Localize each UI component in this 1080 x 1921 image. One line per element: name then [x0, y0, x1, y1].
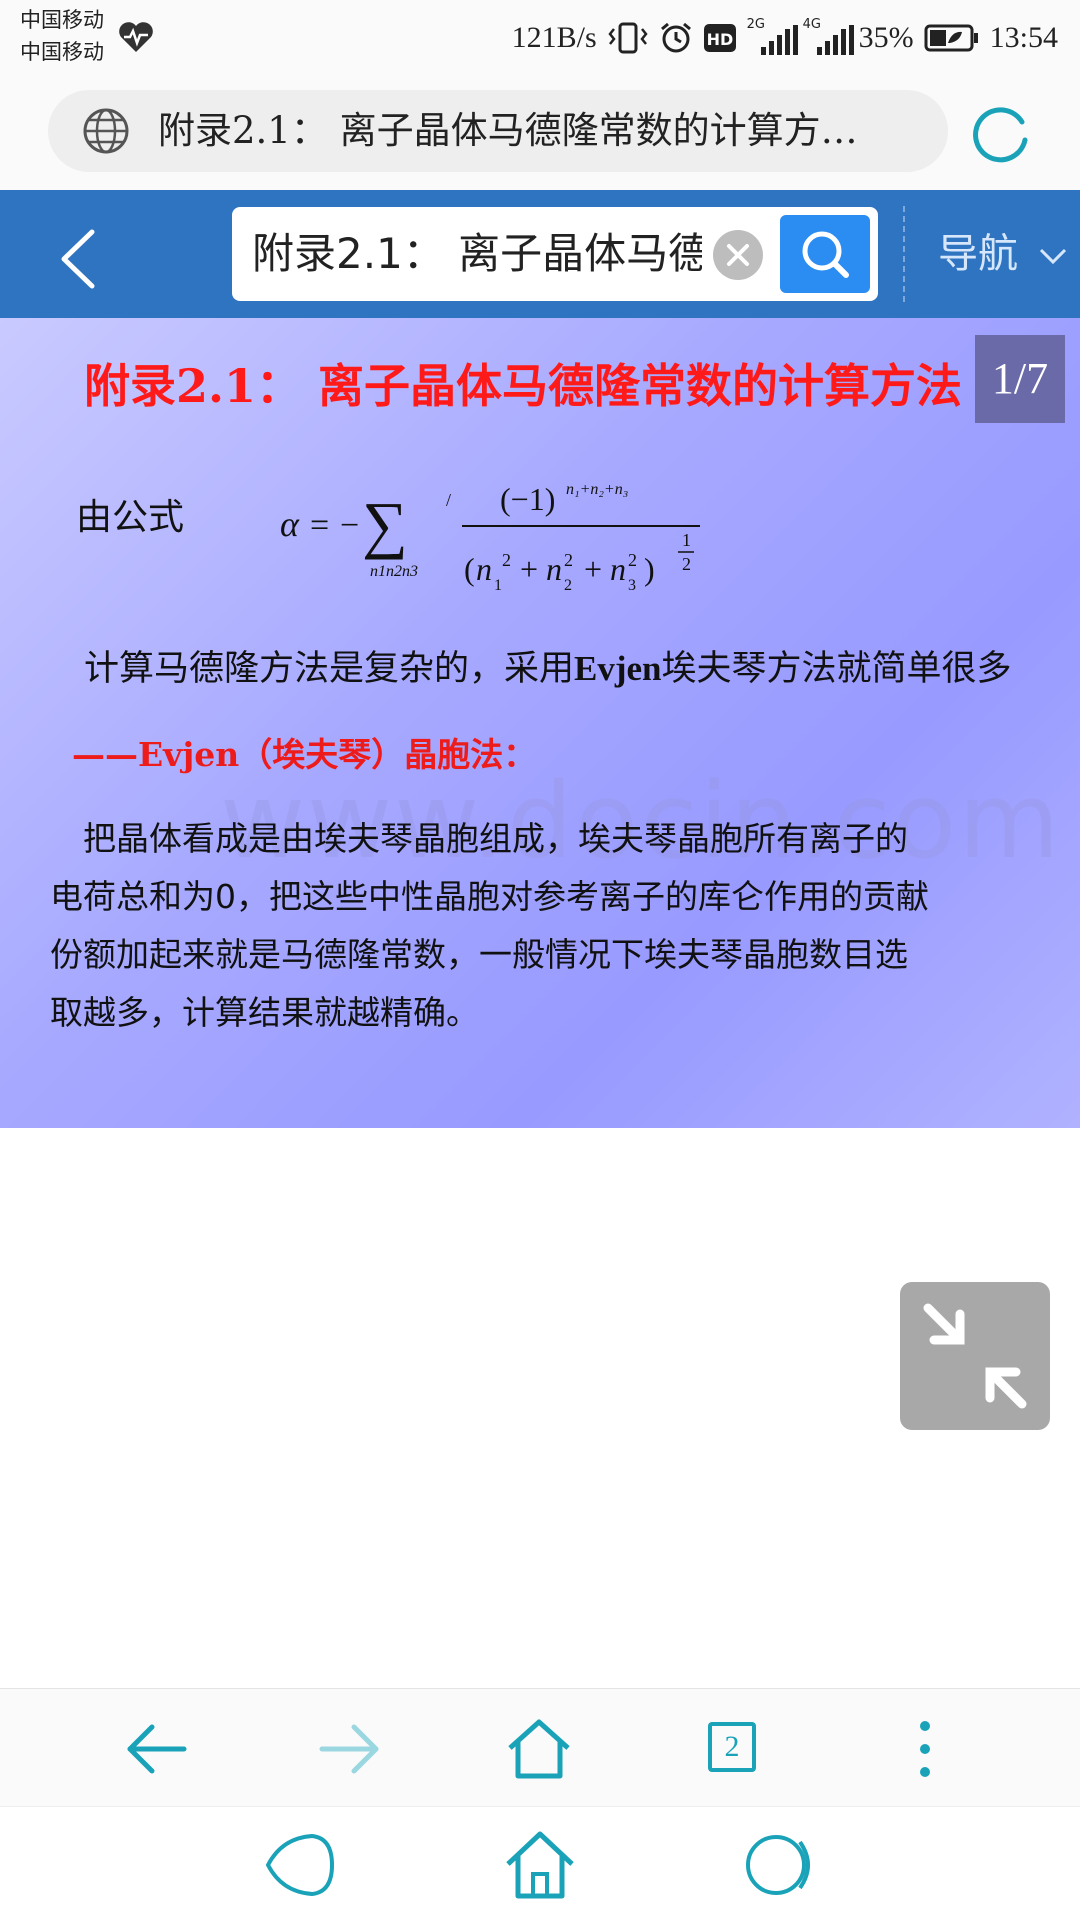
clear-search-icon[interactable]	[713, 230, 763, 280]
signal-4g-icon: 4G	[803, 17, 854, 55]
intro-bold: Evjen	[574, 649, 662, 688]
svg-text:(: (	[464, 551, 475, 587]
tabs-count: 2	[708, 1722, 756, 1772]
status-icons: 121B/s HD 2G 4G 35% 13:54	[512, 14, 1058, 62]
paragraph-line: 取越多，计算结果就越精确。	[50, 993, 479, 1032]
svg-text:2: 2	[502, 550, 511, 570]
vibrate-icon	[608, 22, 648, 54]
svg-text:+: +	[584, 551, 602, 587]
svg-text:−: −	[340, 507, 359, 544]
system-back-icon[interactable]	[262, 1830, 338, 1900]
system-recents-icon[interactable]	[742, 1830, 818, 1900]
page-title-address[interactable]: 附录2.1： 离子晶体马德隆常数的计算方…	[158, 100, 918, 162]
battery-percent: 35%	[858, 21, 914, 54]
search-icon	[802, 231, 849, 278]
carrier-label-1: 中国移动	[20, 8, 104, 32]
svg-text:3: 3	[628, 577, 636, 594]
paragraph-line: 份额加起来就是马德隆常数，一般情况下埃夫琴晶胞数目选	[50, 935, 908, 974]
svg-text:1: 1	[494, 577, 502, 594]
search-button[interactable]	[780, 215, 870, 293]
slide-intro-line: 计算马德隆方法是复杂的，采用Evjen埃夫琴方法就简单很多	[84, 640, 1012, 691]
svg-text:2: 2	[628, 550, 637, 570]
exit-fullscreen-button[interactable]	[900, 1282, 1050, 1430]
svg-text:2: 2	[682, 554, 691, 574]
svg-text:∑: ∑	[362, 489, 408, 560]
intro-text-2: 埃夫琴方法就简单很多	[661, 649, 1012, 689]
svg-text:n₁+n₂+n₃: n₁+n₂+n₃	[566, 481, 628, 498]
paragraph-line: 电荷总和为0，把这些中性晶胞对参考离子的库仑作用的贡献	[50, 877, 929, 916]
toolbar-divider	[903, 206, 905, 302]
system-home-icon[interactable]	[502, 1826, 578, 1902]
svg-text:(−1): (−1)	[500, 481, 555, 517]
signal-2g-icon: 2G	[747, 17, 798, 55]
svg-text:n: n	[476, 551, 492, 587]
svg-text:HD: HD	[706, 30, 733, 49]
refresh-icon[interactable]	[968, 100, 1034, 166]
back-arrow-icon[interactable]	[122, 1714, 192, 1784]
net-speed: 121B/s	[511, 21, 597, 54]
evjen-heading: ——Evjen（埃夫琴）晶胞法：	[72, 735, 537, 774]
svg-text:2: 2	[564, 550, 573, 570]
chevron-down-icon[interactable]	[1038, 244, 1068, 268]
paragraph-line: 把晶体看成是由埃夫琴晶胞组成，埃夫琴晶胞所有离子的	[50, 819, 908, 858]
svg-text:2: 2	[564, 577, 572, 594]
heart-rate-icon	[119, 22, 153, 52]
collapse-arrows-icon	[923, 1303, 1027, 1409]
svg-text:α: α	[280, 504, 300, 544]
svg-text:n: n	[610, 551, 626, 587]
forward-arrow-icon[interactable]	[314, 1714, 384, 1784]
svg-text:n: n	[546, 551, 562, 587]
home-icon[interactable]	[504, 1714, 574, 1784]
svg-text:/: /	[446, 490, 451, 510]
globe-icon	[83, 108, 129, 154]
page-indicator: 1/7	[975, 335, 1065, 423]
svg-text:+: +	[520, 551, 538, 587]
formula-label: 由公式	[76, 497, 185, 538]
battery-icon	[924, 24, 978, 52]
more-menu-icon[interactable]	[890, 1714, 960, 1784]
svg-text:=: =	[310, 507, 329, 544]
tabs-button[interactable]: 2	[698, 1714, 768, 1784]
site-search-input[interactable]: 附录2.1： 离子晶体马德	[252, 216, 702, 292]
carrier-label-2: 中国移动	[20, 40, 104, 64]
madelung-formula: α = − ∑ n1n2n3 / (−1) n₁+n₂+n₃ ( n 1 2 +…	[280, 481, 700, 594]
svg-text:1: 1	[682, 530, 691, 550]
svg-text:n1n2n3: n1n2n3	[370, 563, 418, 580]
slide-paragraph: 把晶体看成是由埃夫琴晶胞组成，埃夫琴晶胞所有离子的 电荷总和为0，把这些中性晶胞…	[50, 810, 1020, 1042]
hd-icon: HD	[703, 24, 736, 52]
clock: 13:54	[989, 21, 1058, 54]
intro-text-1: 计算马德隆方法是复杂的，采用	[84, 649, 575, 689]
alarm-icon	[660, 22, 691, 53]
nav-menu-label[interactable]: 导航	[938, 222, 1018, 286]
back-chevron-icon[interactable]	[52, 224, 102, 294]
svg-text:): )	[644, 551, 655, 587]
slide-title: 附录2.1： 离子晶体马德隆常数的计算方法	[84, 359, 963, 413]
